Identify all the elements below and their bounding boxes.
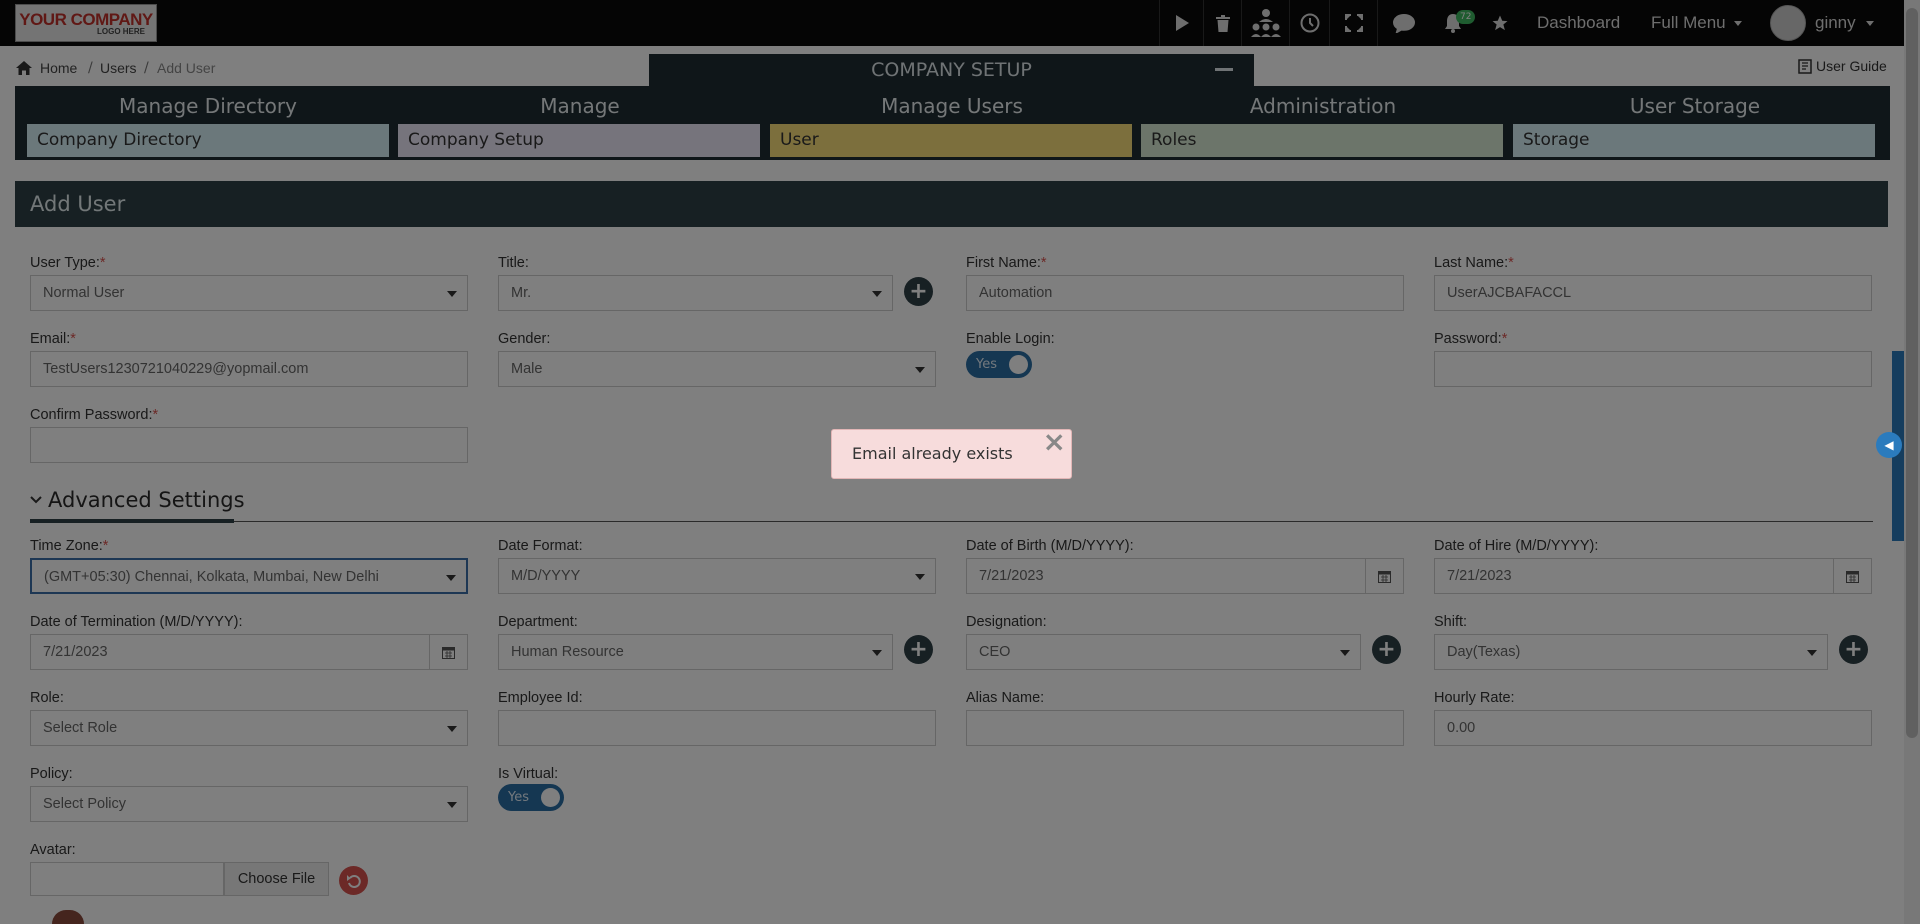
error-toast: Email already exists × (831, 425, 1072, 479)
close-icon[interactable]: × (1043, 418, 1066, 466)
toast-message: Email already exists (852, 444, 1013, 463)
arrow-left-icon[interactable]: ◀ (1876, 432, 1902, 458)
